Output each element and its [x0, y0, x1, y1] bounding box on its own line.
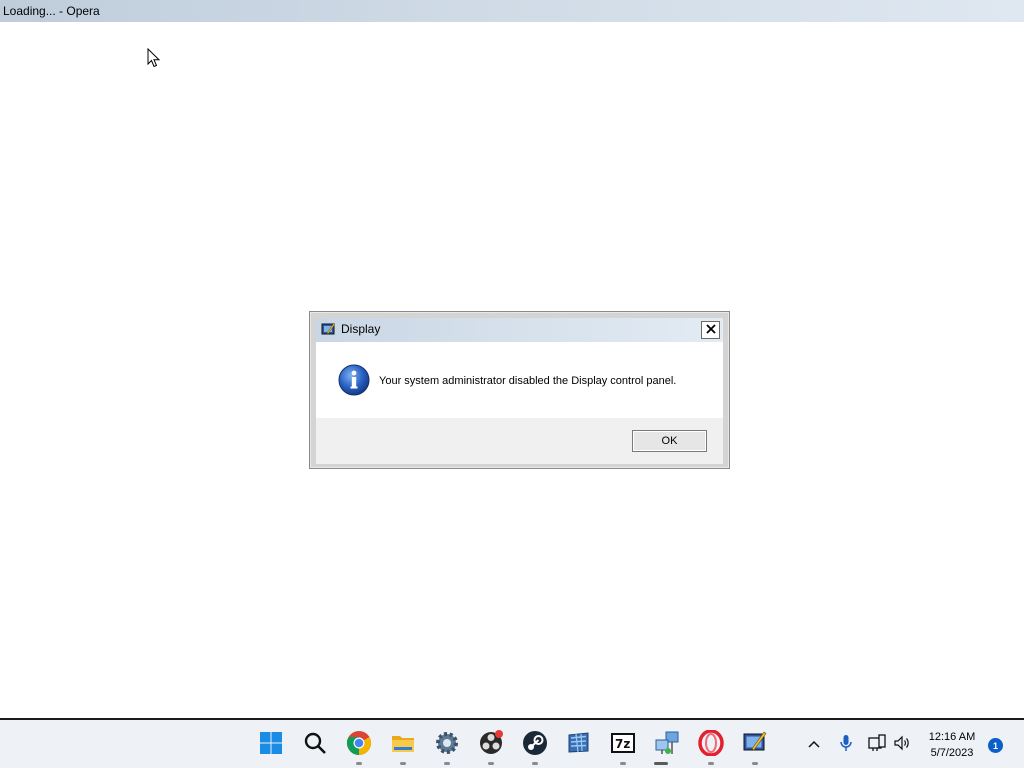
7zip-running-indicator: [620, 762, 626, 765]
settings-running-indicator: [444, 762, 450, 765]
chevron-up-icon: [807, 736, 821, 754]
chrome-running-indicator: [356, 762, 362, 765]
7zip-button[interactable]: 7z: [610, 732, 636, 758]
clock-date: 5/7/2023: [930, 747, 974, 759]
window-titlebar[interactable]: Loading... - Opera: [0, 0, 1024, 22]
folder-icon: [390, 730, 416, 761]
network-status-icon: [868, 733, 886, 757]
steam-button[interactable]: [522, 730, 548, 761]
search-icon: [303, 731, 327, 760]
close-button[interactable]: [701, 321, 720, 339]
svg-text:7z: 7z: [615, 737, 630, 751]
display-icon: [321, 322, 336, 337]
network-app-button[interactable]: [654, 730, 680, 761]
start-button[interactable]: [258, 731, 284, 760]
gear-icon: [434, 730, 460, 761]
clock[interactable]: 12:16 AM 5/7/2023: [922, 729, 982, 761]
obs-running-indicator: [488, 762, 494, 765]
opera-icon: [698, 728, 724, 761]
network-icon: [654, 730, 680, 761]
steam-running-indicator: [532, 762, 538, 765]
notification-count: 1: [992, 740, 998, 751]
volume-button[interactable]: [893, 734, 911, 757]
display-icon: [742, 730, 768, 761]
control-panel-icon: [566, 730, 592, 761]
dialog-titlebar[interactable]: Display: [316, 318, 723, 342]
mouse-cursor-icon: [147, 47, 161, 73]
display-running-indicator: [752, 762, 758, 765]
dialog-footer: OK: [316, 418, 723, 464]
window-title: Loading... - Opera: [3, 4, 100, 18]
obs-button[interactable]: [478, 729, 504, 761]
obs-icon: [478, 729, 504, 761]
display-dialog: Display Your system administrator disabl…: [309, 311, 730, 469]
7zip-icon: 7z: [610, 730, 636, 761]
close-icon: [705, 321, 716, 339]
opera-button[interactable]: [698, 728, 724, 761]
windows-logo-icon: [259, 731, 283, 760]
taskbar: 7z 12:16 AM 5/7/2023 1: [0, 718, 1024, 768]
ok-button-label: OK: [661, 435, 678, 447]
control-panel-button[interactable]: [566, 730, 592, 761]
chrome-icon: [346, 730, 372, 761]
settings-button[interactable]: [434, 730, 460, 761]
opera-running-indicator: [708, 762, 714, 765]
search-button[interactable]: [302, 732, 328, 758]
network-status-button[interactable]: [868, 733, 886, 757]
microphone-button[interactable]: [837, 734, 855, 757]
network-app-active-indicator: [654, 762, 668, 765]
steam-icon: [522, 730, 548, 761]
notification-badge[interactable]: 1: [988, 738, 1003, 753]
chrome-button[interactable]: [346, 730, 372, 761]
explorer-running-indicator: [400, 762, 406, 765]
dialog-body: Your system administrator disabled the D…: [316, 342, 723, 464]
show-hidden-icons-button[interactable]: [805, 736, 823, 754]
ok-button[interactable]: OK: [632, 430, 707, 452]
clock-time: 12:16 AM: [928, 731, 976, 743]
dialog-message: Your system administrator disabled the D…: [379, 375, 677, 387]
microphone-icon: [839, 734, 853, 757]
info-icon: [338, 364, 370, 396]
dialog-title: Display: [341, 322, 381, 336]
volume-icon: [893, 734, 911, 757]
display-button[interactable]: [742, 730, 768, 761]
file-explorer-button[interactable]: [390, 732, 416, 758]
